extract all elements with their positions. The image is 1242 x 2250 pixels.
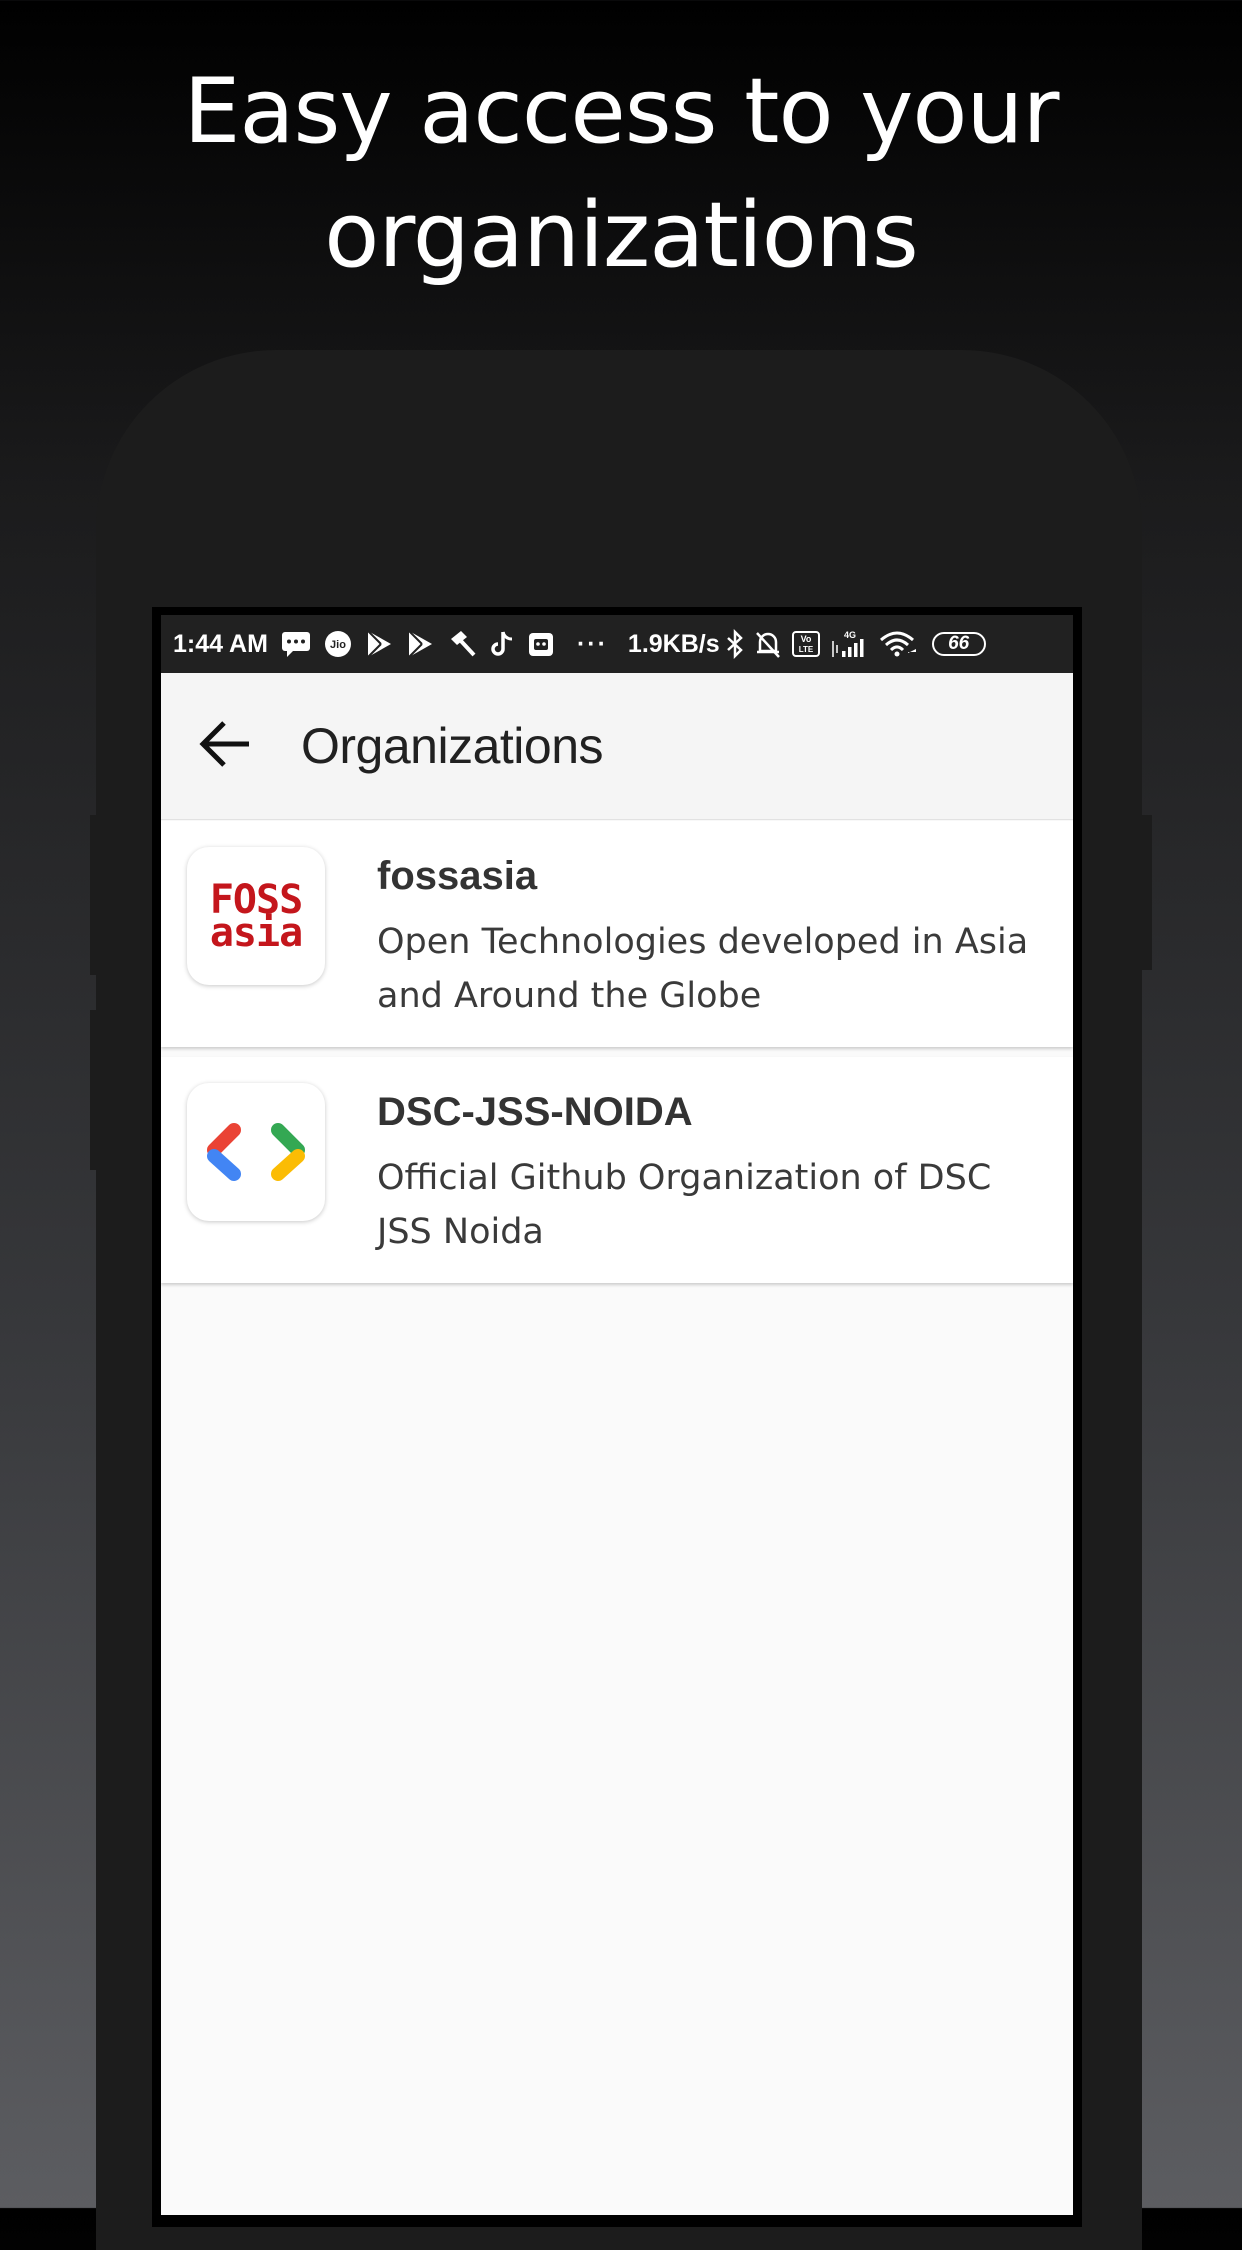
- org-text: fossasia Open Technologies developed in …: [377, 851, 1037, 1023]
- phone-side-button: [90, 815, 100, 975]
- organization-item-fossasia[interactable]: FOSS asia fossasia Open Technologies dev…: [161, 821, 1073, 1047]
- svg-text:Vo: Vo: [800, 634, 811, 644]
- fossasia-logo-text-bottom: asia: [210, 910, 302, 956]
- message-icon: [281, 631, 311, 657]
- organization-item-dsc-jss-noida[interactable]: DSC-JSS-NOIDA Official Github Organizati…: [161, 1057, 1073, 1283]
- play-store-icon: [406, 629, 434, 659]
- back-button[interactable]: [189, 710, 261, 782]
- jio-icon: Jio: [324, 630, 352, 658]
- fossasia-logo: FOSS asia: [210, 877, 303, 956]
- hammer-icon: [447, 629, 477, 659]
- org-text: DSC-JSS-NOIDA Official Github Organizati…: [377, 1087, 1037, 1259]
- org-avatar: FOSS asia: [187, 847, 325, 985]
- svg-text:Jio: Jio: [330, 639, 346, 651]
- bluetooth-icon: [726, 629, 744, 659]
- page-title: Organizations: [301, 718, 604, 774]
- phone-side-button: [1142, 815, 1152, 970]
- tiktok-icon: [490, 629, 514, 659]
- more-notifications-icon: ···: [576, 629, 608, 658]
- arrow-back-icon: [197, 719, 253, 774]
- alarm-off-icon: [754, 629, 782, 659]
- org-name: DSC-JSS-NOIDA: [377, 1090, 693, 1134]
- status-bar: 1:44 AM Jio ··· 1.9KB/s Vo LTE 4G 66: [161, 615, 1073, 673]
- app-bar: Organizations: [161, 673, 1073, 820]
- status-time: 1:44 AM: [173, 629, 268, 658]
- promo-headline-line1: Easy access to your: [183, 59, 1060, 164]
- signal-4g-icon: 4G: [830, 629, 866, 659]
- battery-icon: 66: [931, 632, 986, 656]
- svg-text:LTE: LTE: [798, 645, 813, 654]
- org-description: Official Github Organization of DSC JSS …: [377, 1158, 992, 1252]
- org-avatar: [187, 1083, 325, 1221]
- organization-list: FOSS asia fossasia Open Technologies dev…: [161, 821, 1073, 1293]
- wifi-icon: [878, 629, 920, 659]
- promo-headline: Easy access to your organizations: [0, 50, 1242, 298]
- network-speed: 1.9KB/s: [627, 629, 720, 658]
- org-description: Open Technologies developed in Asia and …: [377, 922, 1029, 1016]
- play-store-icon: [365, 629, 393, 659]
- promo-headline-line2: organizations: [324, 183, 919, 288]
- dsc-brackets-icon: [207, 1123, 305, 1181]
- phone-side-button: [90, 1010, 100, 1170]
- box-icon: [527, 630, 555, 658]
- phone-screen: 1:44 AM Jio ··· 1.9KB/s Vo LTE 4G 66 Org…: [161, 615, 1073, 2215]
- volte-icon: Vo LTE: [791, 631, 820, 657]
- org-name: fossasia: [377, 854, 538, 898]
- svg-text:4G: 4G: [844, 630, 856, 640]
